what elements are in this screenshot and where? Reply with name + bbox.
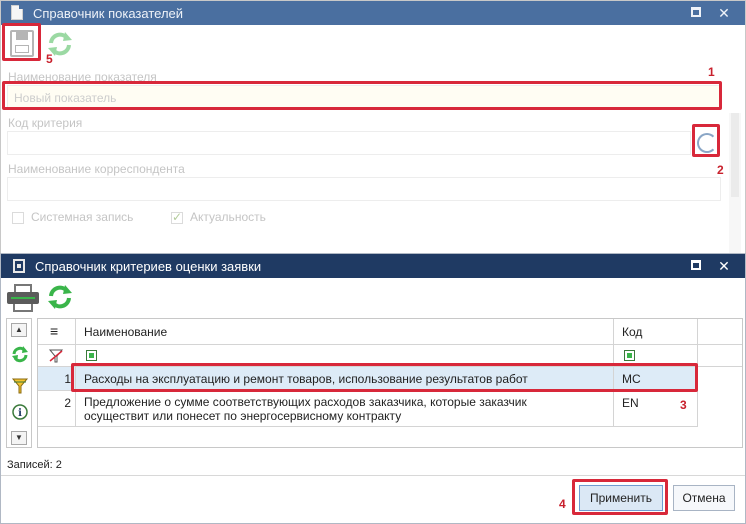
criteria-dialog-title: Справочник критериев оценки заявки [35,259,262,274]
system-record-checkbox[interactable] [12,212,24,224]
correspondent-name-input[interactable] [7,177,721,201]
row-number: 1 [38,367,76,391]
form-scrollbar[interactable] [729,113,741,257]
code-filter-cell[interactable] [614,345,698,367]
clear-filter-button[interactable] [38,345,76,367]
document-icon [11,5,23,20]
relevance-checkbox[interactable] [171,210,183,224]
criterion-code-label: Код критерия [8,116,83,130]
maximize-icon[interactable] [691,7,701,17]
annotation-4: 4 [559,497,566,511]
row-code-cell[interactable]: МС [614,367,698,391]
svg-text:i: i [18,408,22,419]
correspondent-name-label: Наименование корреспондента [8,162,185,176]
records-count: Записей: 2 [7,459,62,471]
row-name-cell[interactable]: Расходы на эксплуатацию и ремонт товаров… [76,367,614,391]
column-header-name[interactable]: Наименование [76,319,614,345]
row-number: 2 [38,391,76,427]
indicator-window-titlebar: Справочник показателей ✕ [1,1,745,25]
refresh-icon[interactable] [45,282,75,312]
row-name-cell[interactable]: Предложение о сумме соответствующих расх… [76,391,614,427]
scroll-down-button[interactable]: ▼ [11,431,27,445]
criteria-grid: ≡ Наименование Код 1 Расходы на эксплуат… [37,318,743,448]
system-record-label: Системная запись [31,210,134,224]
indicator-name-value: Новый показатель [14,91,117,105]
lookup-spinner-icon[interactable] [697,133,717,153]
maximize-icon[interactable] [691,260,701,270]
save-button[interactable] [7,29,41,61]
close-icon[interactable]: ✕ [717,6,731,20]
criterion-code-input[interactable] [7,131,691,155]
apply-button[interactable]: Применить [579,485,663,511]
annotation-1: 1 [708,65,715,79]
clear-filter-icon [48,349,64,363]
indicator-window-title: Справочник показателей [33,6,184,21]
info-icon[interactable]: i [11,403,29,421]
refresh-icon[interactable] [11,345,29,363]
cancel-button[interactable]: Отмена [673,485,735,511]
annotation-3: 3 [680,398,687,412]
save-icon [10,30,34,57]
indicator-window: Справочник показателей ✕ Наименование по… [0,0,746,258]
annotation-2: 2 [717,163,724,177]
annotation-5: 5 [46,52,53,66]
scroll-up-button[interactable]: ▲ [11,323,27,337]
grid-side-toolbar: ▲ i ▼ [6,318,32,448]
filter-checkbox-icon[interactable] [86,350,97,361]
indicator-name-label: Наименование показателя [8,70,157,84]
criteria-dialog-titlebar: Справочник критериев оценки заявки ✕ [1,254,745,278]
close-icon[interactable]: ✕ [717,259,731,273]
dialog-icon [13,259,25,273]
relevance-label: Актуальность [190,210,266,224]
name-filter-cell[interactable] [76,345,614,367]
indicator-name-input[interactable]: Новый показатель [7,85,721,109]
column-menu-header[interactable]: ≡ [38,319,76,345]
filter-checkbox-icon[interactable] [624,350,635,361]
column-header-code[interactable]: Код [614,319,698,345]
criteria-dialog: Справочник критериев оценки заявки ✕ ▲ i… [0,253,746,524]
filter-icon[interactable] [11,377,29,395]
print-button[interactable] [7,284,39,312]
